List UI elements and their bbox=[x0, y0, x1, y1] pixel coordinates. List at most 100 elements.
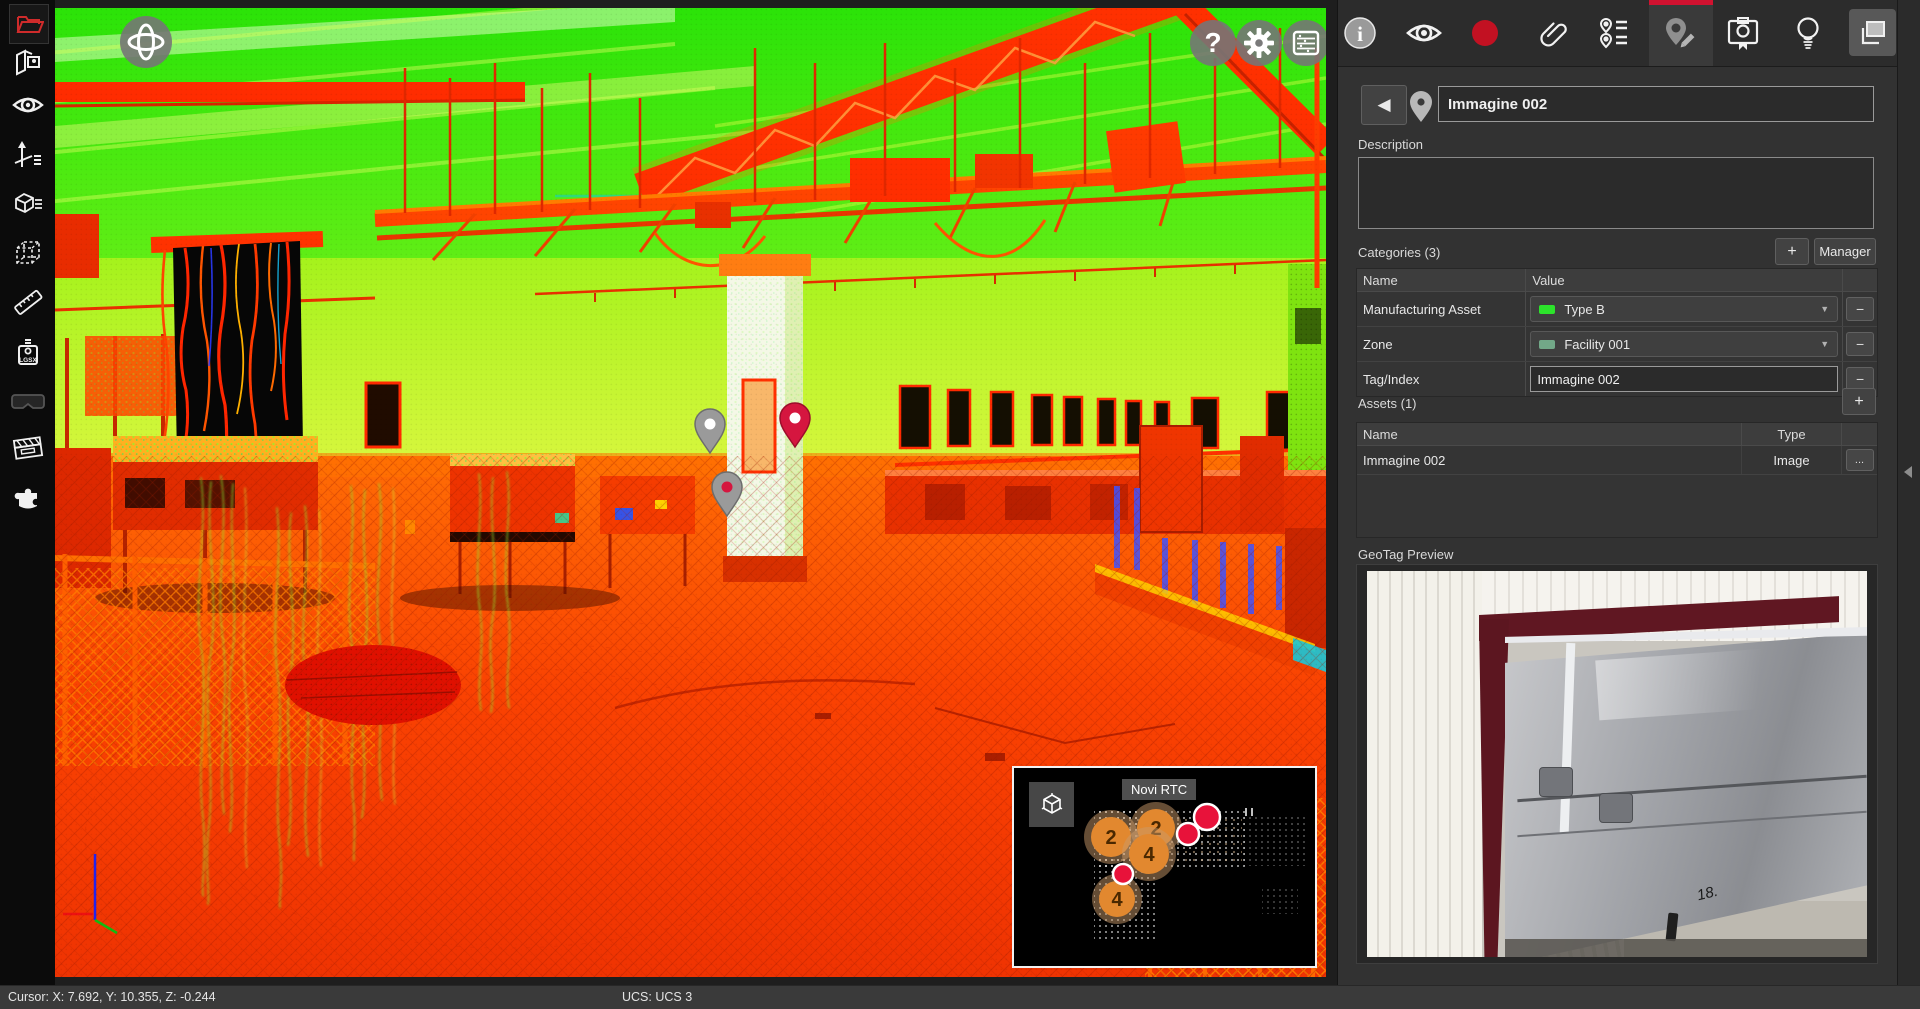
geotag-preview-panel: 18. bbox=[1356, 564, 1878, 964]
tab-attachments[interactable] bbox=[1537, 16, 1571, 55]
eye-icon bbox=[1406, 21, 1442, 45]
geotag-preview-photo[interactable]: 18. bbox=[1367, 571, 1867, 957]
remove-category-button[interactable]: − bbox=[1846, 332, 1874, 356]
settings-button[interactable] bbox=[1236, 20, 1282, 66]
pin-icon bbox=[1408, 89, 1434, 123]
cluster-count: 4 bbox=[1111, 889, 1123, 911]
photo-shadow bbox=[1505, 939, 1867, 957]
help-button[interactable]: ? bbox=[1190, 20, 1236, 66]
sidebar-item-ucs-axis[interactable] bbox=[9, 136, 47, 174]
sidebar-item-limit-box[interactable] bbox=[9, 234, 47, 272]
geotag-edit-icon bbox=[1660, 14, 1698, 52]
sidebar-item-lgsx-export[interactable]: LGSX bbox=[9, 334, 47, 372]
sidebar-item-measure[interactable] bbox=[9, 283, 47, 321]
tab-info[interactable]: i bbox=[1343, 16, 1377, 55]
assets-table: Name Type Immagine 002 Image ... bbox=[1356, 422, 1878, 538]
photo-hinge bbox=[1599, 793, 1633, 823]
asset-browse-button[interactable]: ... bbox=[1846, 449, 1874, 471]
info-glyph: i bbox=[1357, 22, 1363, 46]
cluster-count: 4 bbox=[1143, 844, 1155, 866]
photo-wall-left bbox=[1367, 571, 1482, 957]
asset-col-name: Name bbox=[1357, 423, 1742, 445]
paperclip-icon bbox=[1537, 16, 1571, 50]
geotag-pin-gray[interactable] bbox=[693, 407, 727, 455]
chevron-down-icon: ▼ bbox=[1820, 339, 1829, 349]
tag-index-input[interactable] bbox=[1530, 366, 1838, 392]
tab-geotag-edit[interactable] bbox=[1660, 14, 1698, 57]
open-project-button[interactable] bbox=[9, 4, 49, 44]
minimap[interactable]: 2 2 4 4 bbox=[1012, 766, 1317, 968]
geotag-name-input[interactable] bbox=[1438, 86, 1874, 122]
application-window: LGSX bbox=[0, 0, 1920, 1009]
properties-panel: i bbox=[1337, 0, 1920, 985]
category-manager-button[interactable]: Manager bbox=[1814, 238, 1876, 265]
orbit-navigation-button[interactable] bbox=[120, 16, 172, 68]
eye-icon bbox=[12, 93, 44, 117]
panel-collapse-handle[interactable] bbox=[1904, 466, 1912, 478]
sidebar-item-visibility[interactable] bbox=[9, 86, 47, 124]
left-toolbar: LGSX bbox=[0, 0, 55, 985]
add-asset-button[interactable]: + bbox=[1842, 388, 1876, 415]
ucs-status: UCS: UCS 3 bbox=[622, 990, 692, 1004]
category-name: Zone bbox=[1357, 327, 1526, 361]
manager-label: Manager bbox=[1819, 244, 1870, 259]
sidebar-item-plugins[interactable] bbox=[9, 478, 47, 516]
record-icon bbox=[1471, 19, 1499, 47]
status-bar: Cursor: X: 7.692, Y: 10.355, Z: -0.244 U… bbox=[0, 985, 1920, 1009]
panel-edge-strip bbox=[1897, 0, 1920, 985]
category-name: Manufacturing Asset bbox=[1357, 292, 1526, 326]
geotag-pin-selected[interactable] bbox=[710, 470, 744, 518]
tab-screenshot[interactable] bbox=[1726, 16, 1760, 57]
cursor-coordinates: Cursor: X: 7.692, Y: 10.355, Z: -0.244 bbox=[8, 990, 216, 1004]
asset-type: Image bbox=[1742, 446, 1842, 474]
open-folder-icon bbox=[14, 9, 44, 39]
panel-layout-button[interactable] bbox=[1849, 9, 1896, 56]
minimap-setup-label: Novi RTC bbox=[1122, 779, 1196, 800]
help-glyph: ? bbox=[1204, 27, 1221, 59]
photo-hinge bbox=[1539, 767, 1573, 797]
limit-box-icon bbox=[13, 238, 43, 268]
back-button[interactable]: ◀ bbox=[1361, 85, 1407, 125]
dropdown-value: Type B bbox=[1564, 302, 1604, 317]
chevron-down-icon: ▼ bbox=[1820, 304, 1829, 314]
categories-table: Name Value Manufacturing Asset Type B ▼ … bbox=[1356, 268, 1878, 397]
plus-glyph: + bbox=[1854, 393, 1863, 411]
pointcloud-viewport[interactable]: ? bbox=[55, 8, 1326, 977]
geotag-pin-red[interactable] bbox=[778, 401, 812, 449]
category-row: Manufacturing Asset Type B ▼ − bbox=[1357, 292, 1877, 327]
add-category-button[interactable]: + bbox=[1775, 238, 1809, 265]
minimap-3d-toggle[interactable] bbox=[1029, 782, 1074, 827]
clapperboard-icon bbox=[12, 434, 44, 462]
back-glyph: ◀ bbox=[1377, 95, 1390, 115]
orbit-icon bbox=[125, 21, 167, 63]
lightbulb-icon bbox=[1791, 16, 1825, 52]
tab-lighting[interactable] bbox=[1791, 16, 1825, 57]
asset-row[interactable]: Immagine 002 Image ... bbox=[1357, 446, 1877, 475]
layers-icon bbox=[1858, 18, 1888, 48]
axis-icon bbox=[13, 139, 43, 171]
sidebar-item-map-views[interactable] bbox=[9, 43, 47, 81]
gear-icon bbox=[1244, 28, 1274, 58]
cube-views-icon bbox=[12, 188, 44, 218]
sidebar-item-animation[interactable] bbox=[9, 429, 47, 467]
category-dropdown[interactable]: Facility 001 ▼ bbox=[1530, 331, 1838, 357]
category-row: Zone Facility 001 ▼ − bbox=[1357, 327, 1877, 362]
cluster-count: 2 bbox=[1105, 827, 1116, 849]
asset-col-type: Type bbox=[1742, 423, 1842, 445]
color-swatch bbox=[1539, 340, 1555, 349]
scan-manager-button[interactable] bbox=[1283, 20, 1326, 66]
categories-label: Categories (3) bbox=[1358, 245, 1440, 260]
tab-geotag-list[interactable] bbox=[1597, 16, 1631, 55]
puzzle-icon bbox=[14, 483, 42, 511]
tab-record[interactable] bbox=[1471, 19, 1499, 52]
dropdown-value: Facility 001 bbox=[1564, 337, 1630, 352]
sidebar-item-view-cube[interactable] bbox=[9, 184, 47, 222]
description-input[interactable] bbox=[1358, 157, 1874, 229]
category-dropdown[interactable]: Type B ▼ bbox=[1530, 296, 1838, 322]
panel-tab-bar: i bbox=[1338, 0, 1920, 67]
remove-category-button[interactable]: − bbox=[1846, 297, 1874, 321]
vr-goggles-icon bbox=[11, 391, 45, 413]
sidebar-item-vr[interactable] bbox=[9, 383, 47, 421]
tab-visibility[interactable] bbox=[1406, 21, 1442, 50]
geotag-preview-label: GeoTag Preview bbox=[1358, 547, 1453, 562]
